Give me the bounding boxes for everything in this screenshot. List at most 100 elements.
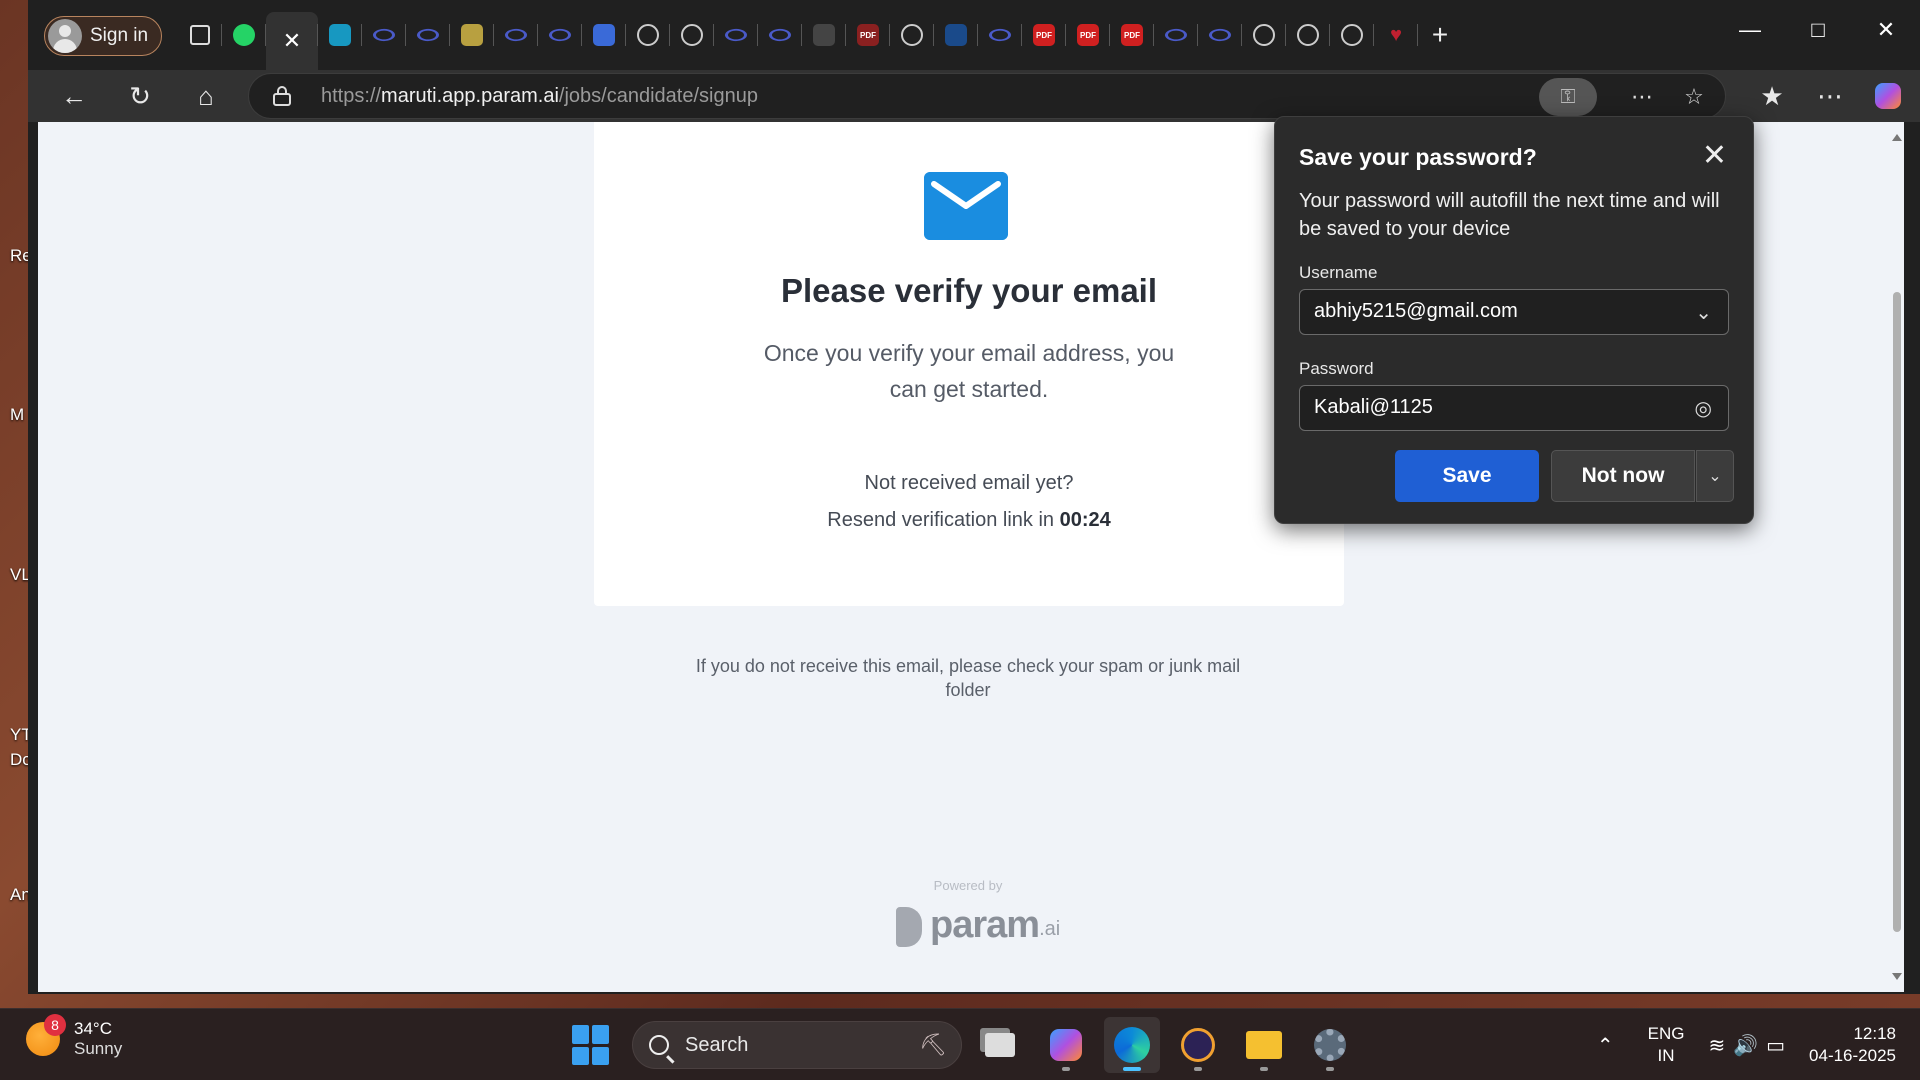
not-now-button[interactable]: Not now xyxy=(1551,450,1695,502)
coin-icon xyxy=(461,24,483,46)
browser-tab[interactable] xyxy=(450,12,494,58)
openai-icon xyxy=(1341,24,1363,46)
avatar-icon xyxy=(48,19,82,53)
browser-tab[interactable] xyxy=(1286,12,1330,58)
browser-tab[interactable] xyxy=(1242,12,1286,58)
sign-in-label: Sign in xyxy=(90,25,149,46)
browser-tab[interactable]: PDF xyxy=(846,12,890,58)
browser-tab[interactable] xyxy=(626,12,670,58)
password-key-icon[interactable]: ⚿ xyxy=(1539,78,1597,116)
browser-tab[interactable] xyxy=(1154,12,1198,58)
chevron-down-icon[interactable]: ⌄ xyxy=(1696,450,1734,502)
windows-start-icon[interactable] xyxy=(572,1025,612,1065)
sun-icon: 8 xyxy=(26,1014,66,1056)
pdf-icon: PDF xyxy=(1121,24,1143,46)
browser-tab[interactable] xyxy=(758,12,802,58)
scroll-up-icon[interactable] xyxy=(1892,134,1902,141)
wifi-icon[interactable]: ≋ xyxy=(1708,1033,1725,1058)
system-tray: ⌃ ENG IN ≋ 🔊 ▭ 12:18 04-16-2025 xyxy=(1597,1009,1920,1080)
username-select[interactable]: abhiy5215@gmail.com ⌄ xyxy=(1299,289,1729,335)
language-indicator[interactable]: ENG IN xyxy=(1648,1023,1685,1067)
browser-tab[interactable]: PDF xyxy=(1022,12,1066,58)
volume-icon[interactable]: 🔊 xyxy=(1733,1033,1758,1058)
browser-tab[interactable]: PDF xyxy=(1066,12,1110,58)
openai-icon xyxy=(637,24,659,46)
browser-tab[interactable]: ✕ xyxy=(266,12,318,70)
browser-tab[interactable] xyxy=(538,12,582,58)
minimize-icon[interactable]: — xyxy=(1716,0,1784,60)
eye-icon[interactable]: ◎ xyxy=(1695,396,1712,421)
refresh-icon[interactable]: ↻ xyxy=(120,76,160,116)
globe-icon xyxy=(1253,24,1275,46)
copilot-app-icon[interactable] xyxy=(1038,1017,1094,1073)
file-explorer-icon[interactable] xyxy=(1236,1017,1292,1073)
browser-tab[interactable] xyxy=(222,12,266,58)
browser-tab[interactable] xyxy=(934,12,978,58)
lock-icon[interactable] xyxy=(273,86,291,106)
browser-tab[interactable]: ♥ xyxy=(1374,12,1418,58)
powered-by-label: Powered by xyxy=(933,878,1003,893)
search-tab-icon xyxy=(945,24,967,46)
browser-tab[interactable]: PDF xyxy=(1110,12,1154,58)
tab-strip: ✕ PDF PDF PDF PDF ♥ + xyxy=(178,12,1462,70)
weather-widget[interactable]: 8 34°C Sunny xyxy=(26,1014,122,1059)
page-scrollbar[interactable] xyxy=(1890,122,1904,992)
search-icon xyxy=(649,1035,669,1055)
profile-sign-in-button[interactable]: Sign in xyxy=(44,16,162,56)
taskbar-search[interactable]: Search ⛏ xyxy=(632,1021,962,1069)
save-button[interactable]: Save xyxy=(1395,450,1539,502)
openai-icon xyxy=(681,24,703,46)
desktop-icon-label[interactable]: M xyxy=(10,405,24,425)
resend-label: Resend verification link in xyxy=(827,509,1055,531)
browser-tab[interactable] xyxy=(802,12,846,58)
eclipse-icon[interactable] xyxy=(1170,1017,1226,1073)
browser-tab[interactable] xyxy=(178,12,222,58)
more-page-options-icon[interactable]: ⋯ xyxy=(1627,82,1657,112)
chevron-down-icon[interactable]: ⌄ xyxy=(1695,300,1712,325)
favorites-icon[interactable]: ★ xyxy=(1752,76,1792,116)
time: 12:18 xyxy=(1853,1024,1896,1043)
browser-tab[interactable] xyxy=(406,12,450,58)
verify-subtitle: Once you verify your email address, you … xyxy=(763,340,1175,402)
date: 04-16-2025 xyxy=(1809,1046,1896,1065)
scroll-down-icon[interactable] xyxy=(1892,973,1902,980)
spam-note: If you do not receive this email, please… xyxy=(695,656,1241,700)
url-text[interactable]: https://maruti.app.param.ai/jobs/candida… xyxy=(321,85,758,108)
address-bar[interactable]: https://maruti.app.param.ai/jobs/candida… xyxy=(248,73,1726,119)
browser-tab[interactable] xyxy=(494,12,538,58)
home-icon[interactable]: ⌂ xyxy=(186,76,226,116)
password-field[interactable]: Kabali@1125 ◎ xyxy=(1299,385,1729,431)
param-tab-icon xyxy=(1161,27,1191,43)
scroll-thumb[interactable] xyxy=(1893,292,1901,932)
browser-tab[interactable] xyxy=(318,12,362,58)
clock[interactable]: 12:18 04-16-2025 xyxy=(1809,1023,1896,1067)
new-tab-icon[interactable]: + xyxy=(1418,12,1462,58)
param-logo-icon xyxy=(896,907,922,947)
battery-icon[interactable]: ▭ xyxy=(1766,1033,1785,1058)
back-icon[interactable]: ← xyxy=(54,76,94,116)
password-label: Password xyxy=(1299,359,1374,378)
edge-browser-icon[interactable] xyxy=(1104,1017,1160,1073)
param-tab-icon xyxy=(985,27,1015,43)
browser-tab[interactable] xyxy=(1330,12,1374,58)
maximize-icon[interactable]: □ xyxy=(1784,0,1852,60)
show-hidden-icons-icon[interactable]: ⌃ xyxy=(1597,1033,1614,1058)
task-view-icon[interactable] xyxy=(972,1017,1028,1073)
settings-gear-icon[interactable] xyxy=(1302,1017,1358,1073)
browser-tab[interactable] xyxy=(582,12,626,58)
calendar-icon xyxy=(813,24,835,46)
settings-more-icon[interactable]: ⋯ xyxy=(1810,76,1850,116)
browser-tab[interactable] xyxy=(670,12,714,58)
close-window-icon[interactable]: ✕ xyxy=(1852,0,1920,60)
close-icon[interactable]: ✕ xyxy=(1702,141,1727,171)
whatsapp-icon xyxy=(233,24,255,46)
browser-tab[interactable] xyxy=(978,12,1022,58)
favorite-star-icon[interactable]: ☆ xyxy=(1679,82,1709,112)
region-code: IN xyxy=(1657,1046,1675,1065)
browser-tab[interactable] xyxy=(890,12,934,58)
browser-tab[interactable] xyxy=(1198,12,1242,58)
browser-tab[interactable] xyxy=(362,12,406,58)
browser-tab[interactable] xyxy=(714,12,758,58)
address-bar-row: ← ↻ ⌂ https://maruti.app.param.ai/jobs/c… xyxy=(28,70,1920,122)
copilot-icon[interactable] xyxy=(1868,76,1908,116)
